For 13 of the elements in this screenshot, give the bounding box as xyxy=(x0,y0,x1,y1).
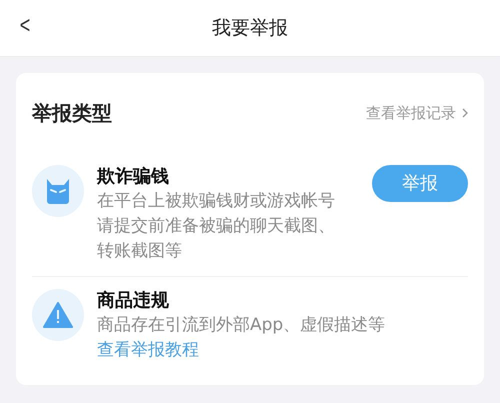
chevron-right-icon xyxy=(462,108,468,118)
category-title: 商品违规 xyxy=(97,289,170,313)
page-title: 我要举报 xyxy=(212,16,288,41)
category-description: 商品存在引流到外部App、虚假描述等 xyxy=(97,314,386,337)
report-history-link[interactable]: 查看举报记录 xyxy=(366,102,456,124)
category-description: 在平台上被欺骗钱财或游戏帐号请提交前准备被骗的聊天截图、转账截图等 xyxy=(97,190,336,263)
report-button[interactable]: 举报 xyxy=(372,165,468,202)
back-button[interactable]: < xyxy=(20,14,30,38)
section-title: 举报类型 xyxy=(32,100,112,127)
tutorial-link[interactable]: 查看举报教程 xyxy=(97,338,468,363)
warning-icon xyxy=(32,289,84,341)
devil-face-icon xyxy=(32,165,84,217)
category-title: 欺诈骗钱 xyxy=(97,165,170,189)
